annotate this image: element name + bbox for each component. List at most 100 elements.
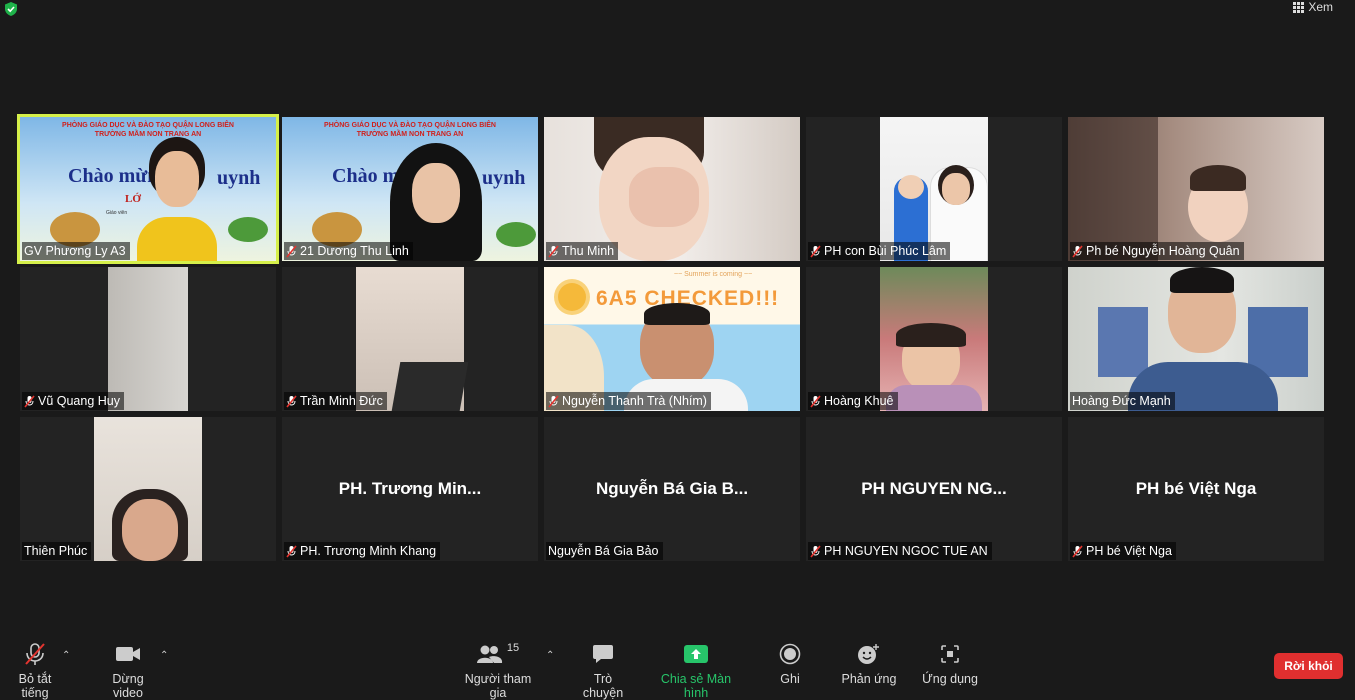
muted-mic-icon xyxy=(810,244,821,258)
video-tile[interactable]: ~~ Summer is coming ~~ 6A5 CHECKED!!! Ng… xyxy=(544,267,800,411)
participant-name-tag: PH. Trương Minh Khang xyxy=(284,542,441,560)
apps-icon xyxy=(941,645,959,663)
unmute-button[interactable]: Bỏ tắt tiếng xyxy=(4,642,66,700)
participant-video: PHÒNG GIÁO DỤC VÀ ĐÀO TẠO QUẬN LONG BIÊN… xyxy=(282,117,538,261)
muted-mic-icon xyxy=(1072,244,1083,258)
participant-video xyxy=(880,267,988,411)
participant-video xyxy=(1068,117,1324,261)
reactions-label: Phản ứng xyxy=(841,672,897,686)
participant-name-tag: Ph bé Nguyễn Hoàng Quân xyxy=(1070,242,1244,260)
participant-video xyxy=(108,267,188,411)
muted-mic-icon xyxy=(24,394,35,408)
muted-mic-icon xyxy=(1072,544,1083,558)
participant-video xyxy=(544,117,800,261)
leave-button[interactable]: Rời khỏi xyxy=(1274,653,1343,679)
apps-label: Ứng dụng xyxy=(922,672,978,686)
participants-icon xyxy=(476,645,502,663)
video-tile[interactable]: PH NGUYEN NG... PH NGUYEN NGOC TUE AN xyxy=(806,417,1062,561)
participant-video: ~~ Summer is coming ~~ 6A5 CHECKED!!! xyxy=(544,267,800,411)
participant-name-tag: PH NGUYEN NGOC TUE AN xyxy=(808,542,992,560)
slide-small: Giáo viên xyxy=(106,210,128,216)
participant-name-tag: Thiên Phúc xyxy=(22,542,92,560)
person-silhouette xyxy=(137,137,217,261)
participant-name-tag: Vũ Quang Huy xyxy=(22,392,124,410)
video-tile[interactable]: PH con Bùi Phúc Lâm xyxy=(806,117,1062,261)
stop-video-label: Dừng video xyxy=(112,672,144,700)
video-tile[interactable]: Ph bé Nguyễn Hoàng Quân xyxy=(1068,117,1324,261)
cartoon-turtle xyxy=(228,217,268,242)
audio-options-caret[interactable]: ⌃ xyxy=(62,650,70,661)
apps-button[interactable]: Ứng dụng xyxy=(920,642,980,686)
muted-mic-icon xyxy=(286,244,297,258)
participant-video xyxy=(1068,267,1324,411)
participant-name-tag: PH con Bùi Phúc Lâm xyxy=(808,242,951,260)
video-camera-icon xyxy=(116,647,140,661)
video-tile[interactable]: Hoàng Đức Mạnh xyxy=(1068,267,1324,411)
participant-video xyxy=(356,267,469,411)
participant-display-name: PH. Trương Min... xyxy=(338,479,482,498)
participant-name-tag: Thu Minh xyxy=(546,242,619,260)
video-tile[interactable]: Thu Minh xyxy=(544,117,800,261)
security-shield-icon[interactable] xyxy=(3,1,19,17)
participants-label: Người tham gia xyxy=(464,672,532,700)
participants-button[interactable]: 15 Người tham gia xyxy=(455,642,541,700)
video-tile[interactable]: PH. Trương Min... PH. Trương Minh Khang xyxy=(282,417,538,561)
participants-count: 15 xyxy=(506,642,520,654)
muted-mic-icon xyxy=(810,394,821,408)
video-tile[interactable]: PHÒNG GIÁO DỤC VÀ ĐÀO TẠO QUẬN LONG BIÊN… xyxy=(282,117,538,261)
participant-name-tag: PH bé Việt Nga xyxy=(1070,542,1176,560)
meeting-toolbar: Bỏ tắt tiếng ⌃ Dừng video ⌃ 15 Người tha… xyxy=(0,632,1355,700)
video-tile[interactable]: PHÒNG GIÁO DỤC VÀ ĐÀO TẠO QUẬN LONG BIÊN… xyxy=(17,114,279,264)
video-tile[interactable]: Trần Minh Đức xyxy=(282,267,538,411)
slide-header: PHÒNG GIÁO DỤC VÀ ĐÀO TẠO QUẬN LONG BIÊN xyxy=(62,122,234,129)
video-tile[interactable]: Thiên Phúc xyxy=(20,417,276,561)
muted-mic-icon xyxy=(25,643,45,665)
muted-mic-icon xyxy=(810,544,821,558)
record-label: Ghi xyxy=(780,672,800,686)
participant-display-name: PH bé Việt Nga xyxy=(1135,479,1257,498)
participant-display-name: Nguyễn Bá Gia B... xyxy=(595,479,749,498)
video-tile[interactable]: PH bé Việt Nga PH bé Việt Nga xyxy=(1068,417,1324,561)
video-options-caret[interactable]: ⌃ xyxy=(160,650,168,661)
reactions-button[interactable]: Phản ứng xyxy=(840,642,898,686)
muted-mic-icon xyxy=(548,244,559,258)
stop-video-button[interactable]: Dừng video xyxy=(96,642,160,700)
share-screen-button[interactable]: Chia sẻ Màn hình xyxy=(648,642,744,700)
participant-name-tag: Nguyễn Bá Gia Bảo xyxy=(546,542,663,560)
chat-label: Trò chuyện xyxy=(582,672,624,700)
muted-mic-icon xyxy=(548,394,559,408)
slide-school: TRƯỜNG MẦM NON TRANG AN xyxy=(356,131,464,138)
virtual-bg-subtitle: ~~ Summer is coming ~~ xyxy=(674,271,753,278)
participant-name-tag: Hoàng Khuê xyxy=(808,392,898,410)
record-icon xyxy=(779,643,801,665)
chat-bubble-icon xyxy=(593,645,613,663)
muted-mic-icon xyxy=(286,394,297,408)
unmute-label: Bỏ tắt tiếng xyxy=(18,672,52,700)
video-tile[interactable]: Nguyễn Bá Gia B... Nguyễn Bá Gia Bảo xyxy=(544,417,800,561)
record-button[interactable]: Ghi xyxy=(772,642,808,686)
share-screen-icon xyxy=(684,645,708,663)
participant-display-name: PH NGUYEN NG... xyxy=(861,479,1007,498)
chat-button[interactable]: Trò chuyện xyxy=(572,642,634,700)
emoji-reaction-icon xyxy=(858,644,879,664)
view-button[interactable]: Xem xyxy=(1293,0,1333,14)
muted-mic-icon xyxy=(286,544,297,558)
participant-name-tag: Nguyễn Thanh Trà (Nhím) xyxy=(546,392,711,410)
cartoon-turtle xyxy=(496,222,536,247)
share-screen-label: Chia sẻ Màn hình xyxy=(660,672,732,700)
sun-icon xyxy=(558,283,586,311)
slide-title-end: uynh xyxy=(217,167,261,189)
video-tile[interactable]: Hoàng Khuê xyxy=(806,267,1062,411)
participant-name-tag: 21 Dương Thu Linh xyxy=(284,242,413,260)
video-tile[interactable]: Vũ Quang Huy xyxy=(20,267,276,411)
grid-view-icon xyxy=(1293,1,1305,13)
participant-name-tag: Trần Minh Đức xyxy=(284,392,387,410)
participant-video xyxy=(94,417,202,561)
participant-video xyxy=(880,117,988,261)
participant-video: PHÒNG GIÁO DỤC VÀ ĐÀO TẠO QUẬN LONG BIÊN… xyxy=(20,117,276,261)
participant-name-tag: GV Phương Ly A3 xyxy=(22,242,130,260)
view-label: Xem xyxy=(1308,0,1333,14)
slide-header: PHÒNG GIÁO DỤC VÀ ĐÀO TẠO QUẬN LONG BIÊN xyxy=(324,122,496,129)
participants-options-caret[interactable]: ⌃ xyxy=(546,650,554,661)
participant-name-tag: Hoàng Đức Mạnh xyxy=(1070,392,1175,410)
